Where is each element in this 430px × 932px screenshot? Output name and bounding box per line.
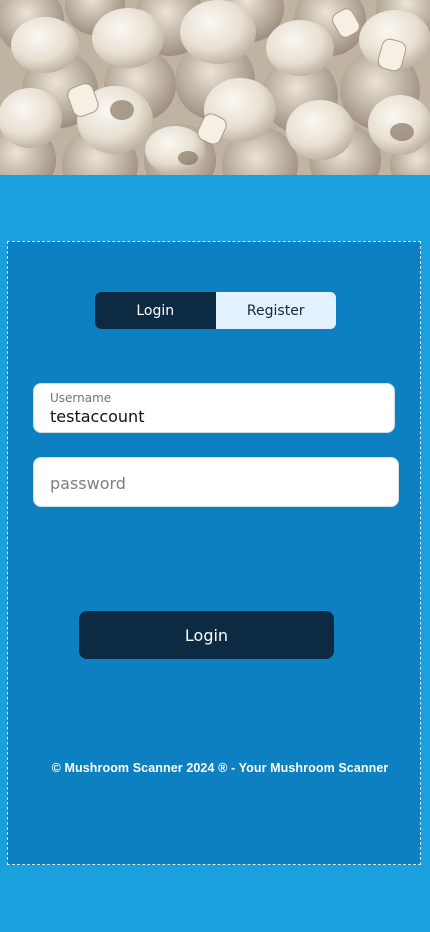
tab-register[interactable]: Register <box>215 292 336 329</box>
password-field[interactable]: password <box>33 457 399 507</box>
username-value[interactable]: testaccount <box>50 407 144 426</box>
hero-mushroom-image <box>0 0 430 175</box>
auth-tab-switcher: Login Register <box>95 292 336 329</box>
login-button[interactable]: Login <box>79 611 334 659</box>
tab-login[interactable]: Login <box>95 292 216 329</box>
login-card: Login Register Username testaccount pass… <box>7 241 421 865</box>
username-label: Username <box>50 391 112 405</box>
footer-copyright: © Mushroom Scanner 2024 ® - Your Mushroo… <box>51 761 389 775</box>
password-placeholder: password <box>50 474 126 493</box>
username-field[interactable]: Username testaccount <box>33 383 395 433</box>
